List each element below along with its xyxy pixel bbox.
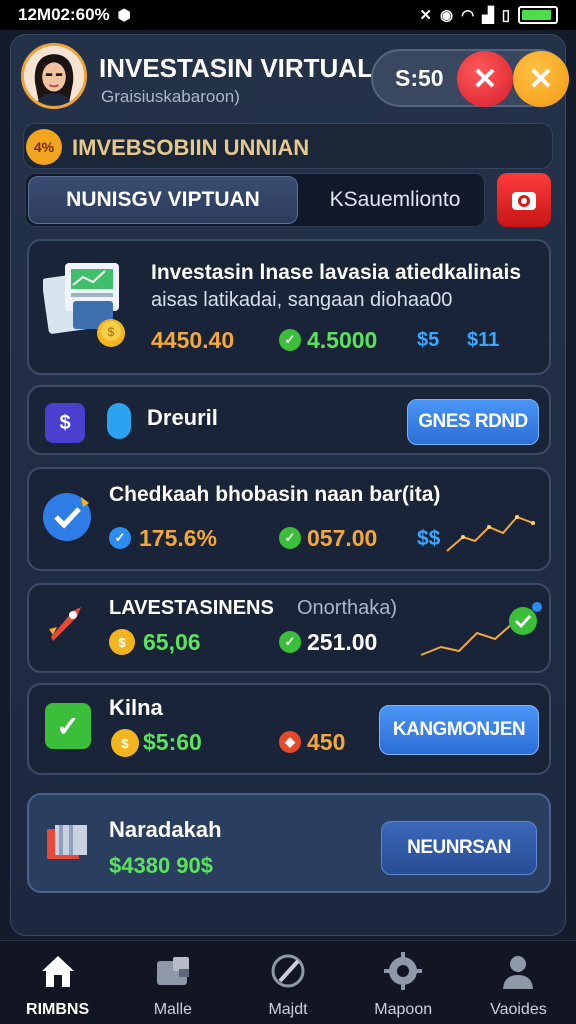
balance-value: S:50 <box>395 65 444 91</box>
battery-fill <box>522 10 551 20</box>
app-subtitle: Graisiuskabaroon) <box>101 87 240 106</box>
notification-icon: ⬢ <box>117 7 131 24</box>
card-title: Kilna <box>109 695 163 720</box>
card-title: Chedkaah bhobasin naan bar(ita) <box>109 483 441 506</box>
nav-item-wallet[interactable]: Malle <box>115 941 230 1024</box>
kilna-card[interactable]: ✓ Kilna $ $5:60 ◆ 450 KANGMONJEN <box>27 683 551 775</box>
check-icon: ✓ <box>279 527 301 549</box>
value-currency-alt: $11 <box>467 329 500 351</box>
tab-virtual[interactable]: NUNISGV VIPTUAN <box>28 176 298 224</box>
card-title: LAVESTASINENS <box>109 597 274 619</box>
mute-icon: ✕ <box>419 7 432 24</box>
coin-icon: $ <box>109 629 135 655</box>
investment-list-card[interactable]: LAVESTASINENS Onorthaka) $ 65,06 ✓ 251.0… <box>27 583 551 673</box>
nav-item-edit[interactable]: Majdt <box>230 941 345 1024</box>
nav-label: Mapoon <box>374 1001 433 1018</box>
nav-label: Majdt <box>268 1001 308 1018</box>
rocket-icon <box>49 607 81 641</box>
user-icon <box>496 949 540 993</box>
manage-button[interactable]: KANGMONJEN <box>379 705 539 755</box>
value-percent: 175.6% <box>139 525 218 551</box>
nav-label: RIMBNS <box>26 1001 90 1018</box>
app-title: INVESTASIN VIRTUAL <box>99 53 373 83</box>
app-frame: INVESTASIN VIRTUAL Graisiuskabaroon) S:5… <box>10 34 569 936</box>
banner-text: IMVEBSOBIIN UNNIAN <box>72 135 310 160</box>
location-icon <box>107 403 131 439</box>
checklist-icon: ✓ <box>45 703 91 749</box>
value-amount: 65,06 <box>143 629 201 655</box>
cancel-button[interactable]: ✕ <box>513 51 569 107</box>
camera-icon <box>512 192 536 210</box>
deposit-button[interactable]: GNES RDND <box>407 399 539 445</box>
growth-card[interactable]: Chedkaah bhobasin naan bar(ita) ✓ 175.6%… <box>27 467 551 571</box>
close-icon: ✕ <box>472 62 498 96</box>
nav-item-home[interactable]: RIMBNS <box>0 941 115 1024</box>
investment-card-main[interactable]: $ Investasin lnase lavasia atiedkalinais… <box>27 239 551 375</box>
wallet-icon <box>151 949 195 993</box>
value-currency: $$ <box>417 527 441 550</box>
close-button[interactable]: ✕ <box>457 51 513 107</box>
cross-icon: ✕ <box>528 62 554 96</box>
shield-icon: ✓ <box>109 527 131 549</box>
value-amount: 057.00 <box>307 525 378 551</box>
tab-other[interactable]: KSauemlionto <box>310 176 480 224</box>
tab-bar: NUNISGV VIPTUAN KSauemlionto <box>25 173 485 227</box>
edit-icon <box>266 949 310 993</box>
battery-icon <box>518 6 558 24</box>
trend-chart-icon <box>420 602 542 656</box>
deposit-card[interactable]: $ Dreuril GNES RDND <box>27 385 551 455</box>
balance-pill[interactable]: S:50 ✕ ✕ <box>371 49 569 107</box>
coins-icon: $ <box>111 729 139 757</box>
status-bar: 12M02:60% ⬢ ✕ ◉ ◠ ▟ ▯ <box>0 0 576 30</box>
svg-text:$: $ <box>108 325 115 339</box>
value-amount: $5:60 <box>143 729 202 755</box>
data-icon: ◉ <box>440 7 454 24</box>
gear-icon <box>381 949 425 993</box>
gift-box-icon <box>47 825 87 859</box>
bottom-nav: RIMBNS Malle Majdt Mapoon Vaoides <box>0 940 576 1024</box>
card-title: Naradakah <box>109 817 222 842</box>
camera-button[interactable] <box>497 173 551 227</box>
value-points: 450 <box>307 729 346 755</box>
avatar[interactable] <box>21 43 87 109</box>
percent-badge: 4% <box>26 129 62 165</box>
wifi-icon: ◠ <box>461 7 475 24</box>
card-title-extra: Onorthaka) <box>297 597 398 619</box>
status-time: 12M02:60% <box>18 5 110 24</box>
value-total: $4380 90$ <box>109 853 213 878</box>
summary-card[interactable]: Naradakah $4380 90$ NEUNRSAN <box>27 793 551 893</box>
value-currency: $5 <box>417 329 440 351</box>
finance-documents-icon: $ <box>43 263 125 347</box>
nav-label: Malle <box>153 1001 192 1018</box>
pin-icon: ◆ <box>279 731 301 753</box>
check-badge-icon <box>43 493 91 541</box>
card-title: Investasin lnase lavasia atiedkalinais <box>151 261 522 284</box>
card-title: Dreuril <box>147 405 218 430</box>
nav-item-settings[interactable]: Mapoon <box>346 941 461 1024</box>
nav-label: Vaoides <box>490 1001 547 1018</box>
header: INVESTASIN VIRTUAL Graisiuskabaroon) S:5… <box>21 43 569 111</box>
signal-icon: ▟ <box>482 7 494 24</box>
trend-chart-icon <box>446 515 535 552</box>
value-return: 251.00 <box>307 629 378 655</box>
sim-icon: ▯ <box>501 7 510 24</box>
home-icon <box>36 949 80 993</box>
promo-banner[interactable]: 4% IMVEBSOBIIN UNNIAN <box>23 123 553 169</box>
confirm-button[interactable]: NEUNRSAN <box>381 821 537 875</box>
wallet-icon: $ <box>45 403 85 443</box>
nav-item-profile[interactable]: Vaoides <box>461 941 576 1024</box>
value-return: 4.5000 <box>307 327 378 353</box>
value-amount: 4450.40 <box>151 327 235 353</box>
avatar-image <box>24 46 84 106</box>
check-icon: ✓ <box>279 631 301 653</box>
card-subtitle: aisas latikadai, sangaan diohaa00 <box>151 289 453 311</box>
check-icon: ✓ <box>279 329 301 351</box>
